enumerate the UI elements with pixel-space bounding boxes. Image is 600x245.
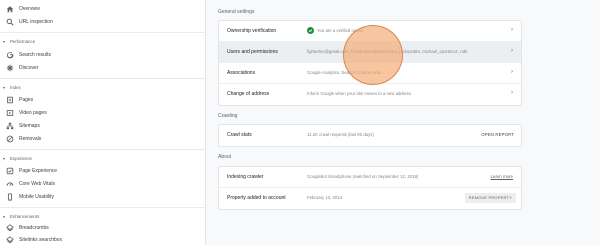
row-crawl-stats[interactable]: Crawl stats 11.2K crawl requests (last 9… bbox=[219, 125, 521, 146]
about-card: Indexing crawler Googlebot Smartphone (s… bbox=[218, 166, 522, 210]
section-enhancements[interactable]: ▾ Enhancements bbox=[0, 212, 206, 220]
sidebar-item-label: Page Experience bbox=[19, 168, 58, 174]
section-index[interactable]: ▾ Index bbox=[0, 83, 206, 91]
sidebar-item-label: Core Web Vitals bbox=[19, 181, 55, 187]
sidebar-item-label: Mobile Usability bbox=[19, 194, 55, 200]
sidebar-item-label: Overview bbox=[19, 6, 40, 12]
sidebar-item-core-web-vitals[interactable]: Core Web Vitals bbox=[0, 178, 206, 190]
video-pages-icon bbox=[6, 109, 14, 117]
phone-icon bbox=[6, 193, 14, 201]
sidebar-item-label: Video pages bbox=[19, 110, 47, 116]
cursor-highlight bbox=[343, 25, 403, 85]
chevron-right-icon: › bbox=[511, 69, 513, 75]
row-change-of-address[interactable]: Change of address Inform Google when you… bbox=[219, 84, 521, 105]
sidebar-divider bbox=[0, 149, 206, 150]
sidebar-divider bbox=[0, 78, 206, 79]
sidebar-item-sitelinks-searchbox[interactable]: Sitelinks searchbox bbox=[0, 234, 206, 245]
chevron-right-icon: › bbox=[511, 27, 513, 33]
about-title: About bbox=[218, 154, 232, 160]
sidebar-item-label: URL inspection bbox=[19, 19, 53, 25]
sidebar-item-label: Breadcrumbs bbox=[19, 225, 49, 231]
gauge-icon bbox=[6, 180, 14, 188]
general-settings-title: General settings bbox=[218, 9, 255, 15]
row-label: Property added to account bbox=[227, 195, 286, 201]
row-label: Change of address bbox=[227, 91, 270, 97]
sidebar-item-pages[interactable]: Pages bbox=[0, 94, 206, 106]
sidebar-item-mobile-usability[interactable]: Mobile Usability bbox=[0, 191, 206, 203]
row-label: Indexing crawler bbox=[227, 174, 264, 180]
sidebar-item-removals[interactable]: Removals bbox=[0, 133, 206, 145]
crawling-card: Crawl stats 11.2K crawl requests (last 9… bbox=[218, 124, 522, 147]
sidebar-item-breadcrumbs[interactable]: Breadcrumbs bbox=[0, 222, 206, 234]
row-label: Ownership verification bbox=[227, 28, 277, 34]
chevron-down-icon: ▾ bbox=[3, 155, 6, 161]
asterisk-icon bbox=[6, 64, 14, 72]
section-title: Experience bbox=[10, 155, 32, 161]
sidebar-item-page-experience[interactable]: Page Experience bbox=[0, 165, 206, 177]
section-performance[interactable]: ▾ Performance bbox=[0, 37, 206, 45]
check-circle-icon bbox=[307, 27, 314, 34]
row-label: Crawl stats bbox=[227, 132, 252, 138]
sitemaps-icon bbox=[6, 122, 14, 130]
row-value: Googlebot Smartphone (switched on Septem… bbox=[307, 174, 419, 179]
pages-icon bbox=[6, 96, 14, 104]
chevron-right-icon: › bbox=[511, 48, 513, 54]
home-icon bbox=[6, 5, 14, 13]
sidebar-item-search-results[interactable]: Search results bbox=[0, 49, 206, 61]
open-report-button[interactable]: OPEN REPORT bbox=[481, 132, 514, 138]
learn-more-link[interactable]: Learn more bbox=[491, 174, 513, 180]
remove-property-button[interactable]: REMOVE PROPERTY bbox=[464, 193, 516, 203]
sidebar-item-sitemaps[interactable]: Sitemaps bbox=[0, 120, 206, 132]
diamond-layers-icon bbox=[6, 236, 14, 244]
crawling-title: Crawling bbox=[218, 113, 238, 119]
row-label: Associations bbox=[227, 70, 256, 76]
chevron-down-icon: ▾ bbox=[3, 213, 6, 219]
section-experience[interactable]: ▾ Experience bbox=[0, 154, 206, 162]
sidebar-item-discover[interactable]: Discover bbox=[0, 62, 206, 74]
search-icon bbox=[6, 18, 14, 26]
sidebar-item-label: Search results bbox=[19, 52, 51, 58]
sidebar-item-label: Pages bbox=[19, 97, 34, 103]
diamond-layers-icon bbox=[6, 224, 14, 232]
page-experience-icon bbox=[6, 167, 14, 175]
google-g-icon bbox=[6, 51, 14, 59]
row-property-added: Property added to account February 13, 2… bbox=[219, 188, 521, 209]
section-title: Index bbox=[10, 84, 21, 90]
sidebar-item-label: Discover bbox=[19, 65, 39, 71]
row-value: fightertec@gmail.com, ft.lostmyers@gmail… bbox=[307, 49, 468, 54]
row-value: Inform Google when your site moves to a … bbox=[307, 91, 411, 96]
sidebar-divider bbox=[0, 207, 206, 208]
row-indexing-crawler: Indexing crawler Googlebot Smartphone (s… bbox=[219, 167, 521, 188]
sidebar-item-label: Sitelinks searchbox bbox=[19, 237, 63, 243]
row-value: 11.2K crawl requests (last 90 days) bbox=[307, 132, 374, 137]
row-value: February 13, 2014 bbox=[307, 195, 343, 200]
chevron-down-icon: ▾ bbox=[3, 38, 6, 44]
sidebar-item-video-pages[interactable]: Video pages bbox=[0, 107, 206, 119]
removals-icon bbox=[6, 135, 14, 143]
sidebar-item-url-inspection[interactable]: URL inspection bbox=[0, 16, 206, 28]
sidebar-item-label: Sitemaps bbox=[19, 123, 40, 129]
chevron-right-icon: › bbox=[511, 90, 513, 96]
row-label: Users and permissions bbox=[227, 49, 278, 55]
section-title: Performance bbox=[10, 38, 36, 44]
sidebar-item-overview[interactable]: Overview bbox=[0, 3, 206, 15]
chevron-down-icon: ▾ bbox=[3, 84, 6, 90]
sidebar: Overview URL inspection ▾ Performance Se… bbox=[0, 0, 206, 245]
sidebar-divider bbox=[0, 32, 206, 33]
sidebar-item-label: Removals bbox=[19, 136, 42, 142]
section-title: Enhancements bbox=[10, 213, 40, 219]
